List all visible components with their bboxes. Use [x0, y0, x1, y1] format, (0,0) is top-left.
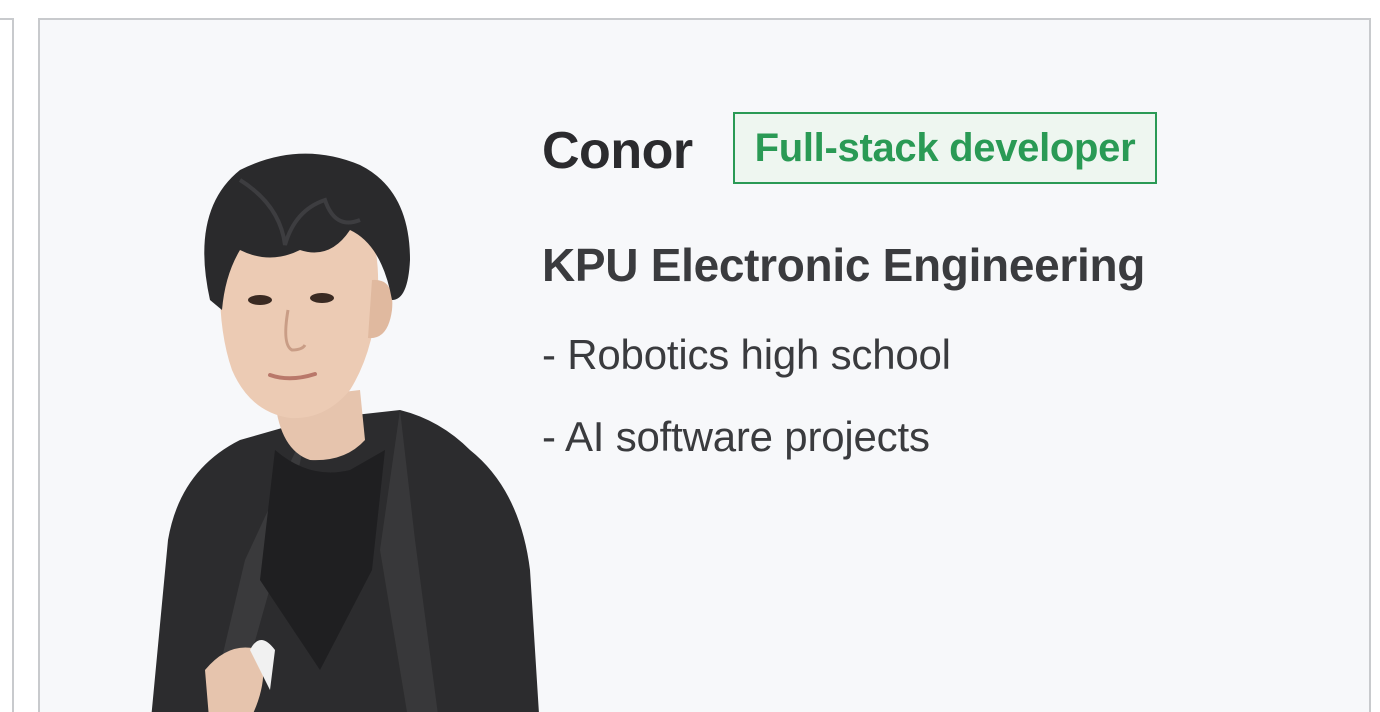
profile-name: Conor: [542, 122, 693, 180]
previous-card-edge: [0, 18, 14, 712]
page: Conor Full-stack developer KPU Electroni…: [0, 0, 1380, 712]
person-portrait-icon: [151, 153, 539, 712]
role-badge: Full-stack developer: [732, 112, 1158, 184]
profile-info: Conor Full-stack developer KPU Electroni…: [542, 110, 1342, 498]
school-heading: KPU Electronic Engineering: [542, 239, 1146, 291]
highlight-item: - AI software projects: [542, 413, 930, 460]
highlights-list: - Robotics high school - AI software pro…: [542, 334, 1342, 458]
profile-card: Conor Full-stack developer KPU Electroni…: [38, 18, 1371, 712]
highlight-item: - Robotics high school: [542, 331, 951, 378]
profile-photo: [110, 150, 580, 712]
name-row: Conor Full-stack developer: [542, 110, 1342, 186]
